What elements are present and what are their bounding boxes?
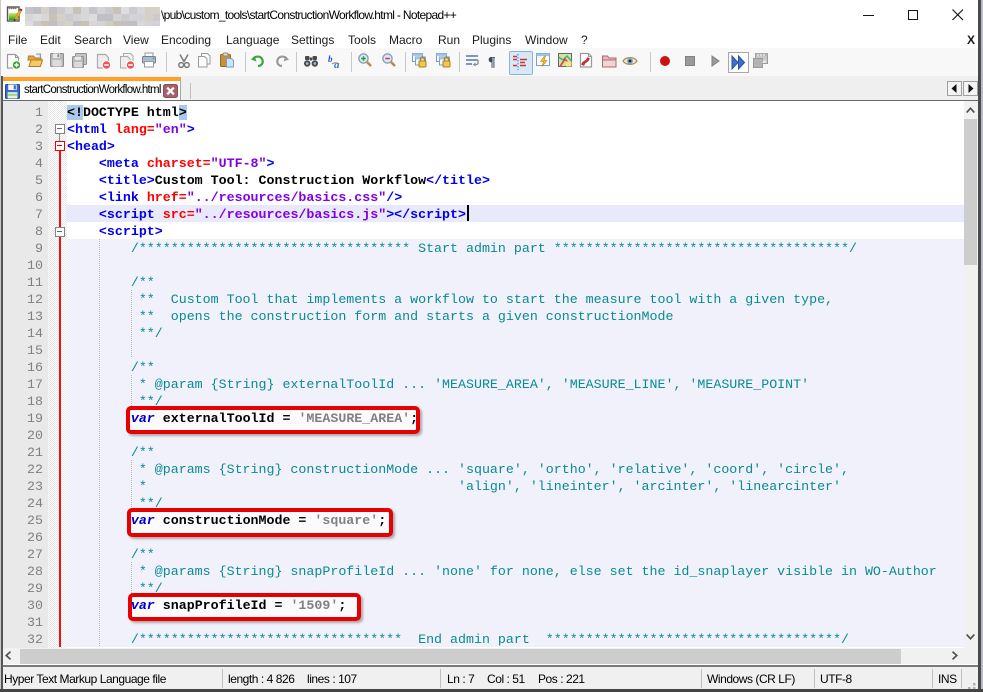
svg-text:b: b xyxy=(328,54,333,64)
svg-text:a: a xyxy=(334,59,340,70)
svg-text:¶: ¶ xyxy=(488,55,496,70)
